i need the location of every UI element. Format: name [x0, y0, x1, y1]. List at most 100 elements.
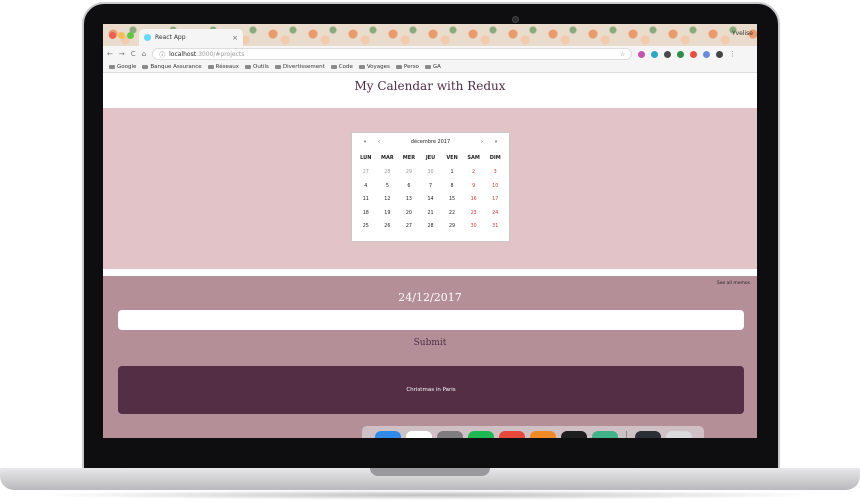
weekday-label: LUN [360, 155, 372, 161]
calendar-day[interactable]: 29 [441, 224, 463, 229]
month-label[interactable]: décembre 2017 [386, 139, 475, 145]
browser-tab-bar: React App × Yvelise [103, 24, 757, 46]
calendar-day[interactable]: 30 [420, 170, 442, 175]
extension-icon[interactable] [677, 50, 685, 58]
finder-icon[interactable]: ☺ [374, 431, 401, 438]
calendar-day[interactable]: 26 [377, 224, 399, 229]
calendar-day[interactable]: 27 [398, 224, 420, 229]
profile-name[interactable]: Yvelise [732, 30, 753, 37]
folder-icon [330, 65, 337, 69]
calendar-icon[interactable]: 15 [405, 431, 432, 438]
folder-icon [358, 65, 365, 69]
reload-icon[interactable]: C [131, 50, 136, 58]
see-all-memos-link[interactable]: See all memos [717, 281, 750, 286]
chrome-icon[interactable]: ◉ [498, 431, 525, 438]
calendar-day[interactable]: 14 [420, 197, 442, 202]
bookmark-label: Banque Assurance [150, 64, 202, 70]
browser-tab[interactable]: React App × [139, 29, 243, 46]
minimized-window-icon[interactable]: ▤ [634, 431, 661, 438]
sublime-text-icon[interactable]: S [529, 431, 556, 438]
minimize-window-icon[interactable] [118, 32, 125, 39]
url-path: :3000/#projects [196, 50, 245, 58]
calendar-day[interactable]: 29 [398, 170, 420, 175]
calendar-day[interactable]: 5 [377, 184, 399, 189]
calendar-day[interactable]: 15 [441, 197, 463, 202]
calendar-day[interactable]: 22 [441, 211, 463, 216]
bookmark-divertissement[interactable]: Divertissement [274, 64, 325, 70]
memo-input[interactable] [118, 310, 744, 330]
atom-icon[interactable]: ⚛ [591, 431, 618, 438]
calendar-day[interactable]: 24 [484, 211, 506, 216]
calendar-day[interactable]: 10 [484, 184, 506, 189]
section-divider [103, 269, 757, 276]
extension-icon[interactable] [664, 50, 672, 58]
calendar-day[interactable]: 21 [420, 211, 442, 216]
calendar-day[interactable]: 27 [355, 170, 377, 175]
trash-icon[interactable]: ▯ [665, 431, 692, 438]
submit-button[interactable]: Submit [403, 336, 457, 350]
calendar-day[interactable]: 8 [441, 184, 463, 189]
calendar-day[interactable]: 19 [377, 211, 399, 216]
bookmark-google[interactable]: Google [109, 64, 136, 70]
calendar-day[interactable]: 20 [398, 211, 420, 216]
calendar-day[interactable]: 23 [463, 211, 485, 216]
home-icon[interactable]: ⌂ [142, 50, 146, 58]
calendar-day[interactable]: 6 [398, 184, 420, 189]
spotify-icon[interactable]: ≋ [467, 431, 494, 438]
calendar-day[interactable]: 25 [355, 224, 377, 229]
bookmark-outils[interactable]: Outils [244, 64, 269, 70]
calendar-day[interactable]: 3 [484, 170, 506, 175]
bookmark-code[interactable]: Code [330, 64, 353, 70]
calendar-day[interactable]: 16 [463, 197, 485, 202]
bookmark-label: Code [338, 64, 353, 70]
tab-close-icon[interactable]: × [232, 34, 238, 42]
calendar-day[interactable]: 12 [377, 197, 399, 202]
calendar-day[interactable]: 9 [463, 184, 485, 189]
calendar-day[interactable]: 17 [484, 197, 506, 202]
info-icon: ⓘ [159, 51, 166, 59]
next-month-button[interactable]: › [475, 139, 489, 145]
calendar-day[interactable]: 28 [420, 224, 442, 229]
extension-icon[interactable] [651, 50, 659, 58]
bookmark-banque-assurance[interactable]: Banque Assurance [142, 64, 202, 70]
close-window-icon[interactable] [109, 32, 116, 39]
bookmark-reseaux[interactable]: Réseaux [207, 64, 239, 70]
extension-icon[interactable] [716, 50, 724, 58]
terminal-icon[interactable]: $_ [560, 431, 587, 438]
weekday-label: VEN [446, 155, 458, 161]
back-icon[interactable]: ← [107, 50, 113, 58]
memo-card[interactable]: Christmas in Paris [118, 366, 744, 414]
calendar-day[interactable]: 31 [484, 224, 506, 229]
selected-date: 24/12/2017 [398, 291, 462, 304]
menu-icon[interactable]: ⋮ [729, 50, 736, 58]
next-year-button[interactable]: » [489, 139, 503, 145]
forward-icon[interactable]: → [119, 50, 125, 58]
calendar-day[interactable]: 13 [398, 197, 420, 202]
bookmark-voyages[interactable]: Voyages [358, 64, 390, 70]
system-preferences-icon[interactable]: ⚙ [436, 431, 463, 438]
bookmark-ga[interactable]: GA [424, 64, 441, 70]
bookmark-star-icon[interactable]: ☆ [620, 51, 625, 58]
folder-icon [109, 65, 115, 69]
maximize-window-icon[interactable] [127, 32, 134, 39]
calendar-day[interactable]: 1 [441, 170, 463, 175]
calendar-day[interactable]: 2 [463, 170, 485, 175]
bookmarks-bar: Google Banque Assurance Réseaux Outils D… [103, 62, 757, 73]
calendar-day[interactable]: 11 [355, 197, 377, 202]
day-grid: 27 28 29 30 1 2 3 4 5 6 7 8 9 10 11 12 13 14 15 16 17 18 19 20 2… [352, 161, 509, 234]
folder-icon [142, 65, 149, 69]
extension-icon[interactable] [703, 50, 711, 58]
prev-year-button[interactable]: « [358, 139, 372, 145]
bookmark-perso[interactable]: Perso [395, 64, 419, 70]
extension-icon[interactable] [690, 50, 698, 58]
calendar-day[interactable]: 4 [355, 184, 377, 189]
url-bar[interactable]: ⓘ localhost:3000/#projects ☆ [152, 48, 633, 60]
prev-month-button[interactable]: ‹ [372, 139, 386, 145]
calendar-day[interactable]: 18 [355, 211, 377, 216]
extension-icon[interactable] [638, 50, 646, 58]
dock-separator [625, 431, 627, 438]
calendar-day[interactable]: 28 [377, 170, 399, 175]
bookmark-label: Divertissement [282, 64, 325, 70]
calendar-day[interactable]: 7 [420, 184, 442, 189]
calendar-day[interactable]: 30 [463, 224, 485, 229]
